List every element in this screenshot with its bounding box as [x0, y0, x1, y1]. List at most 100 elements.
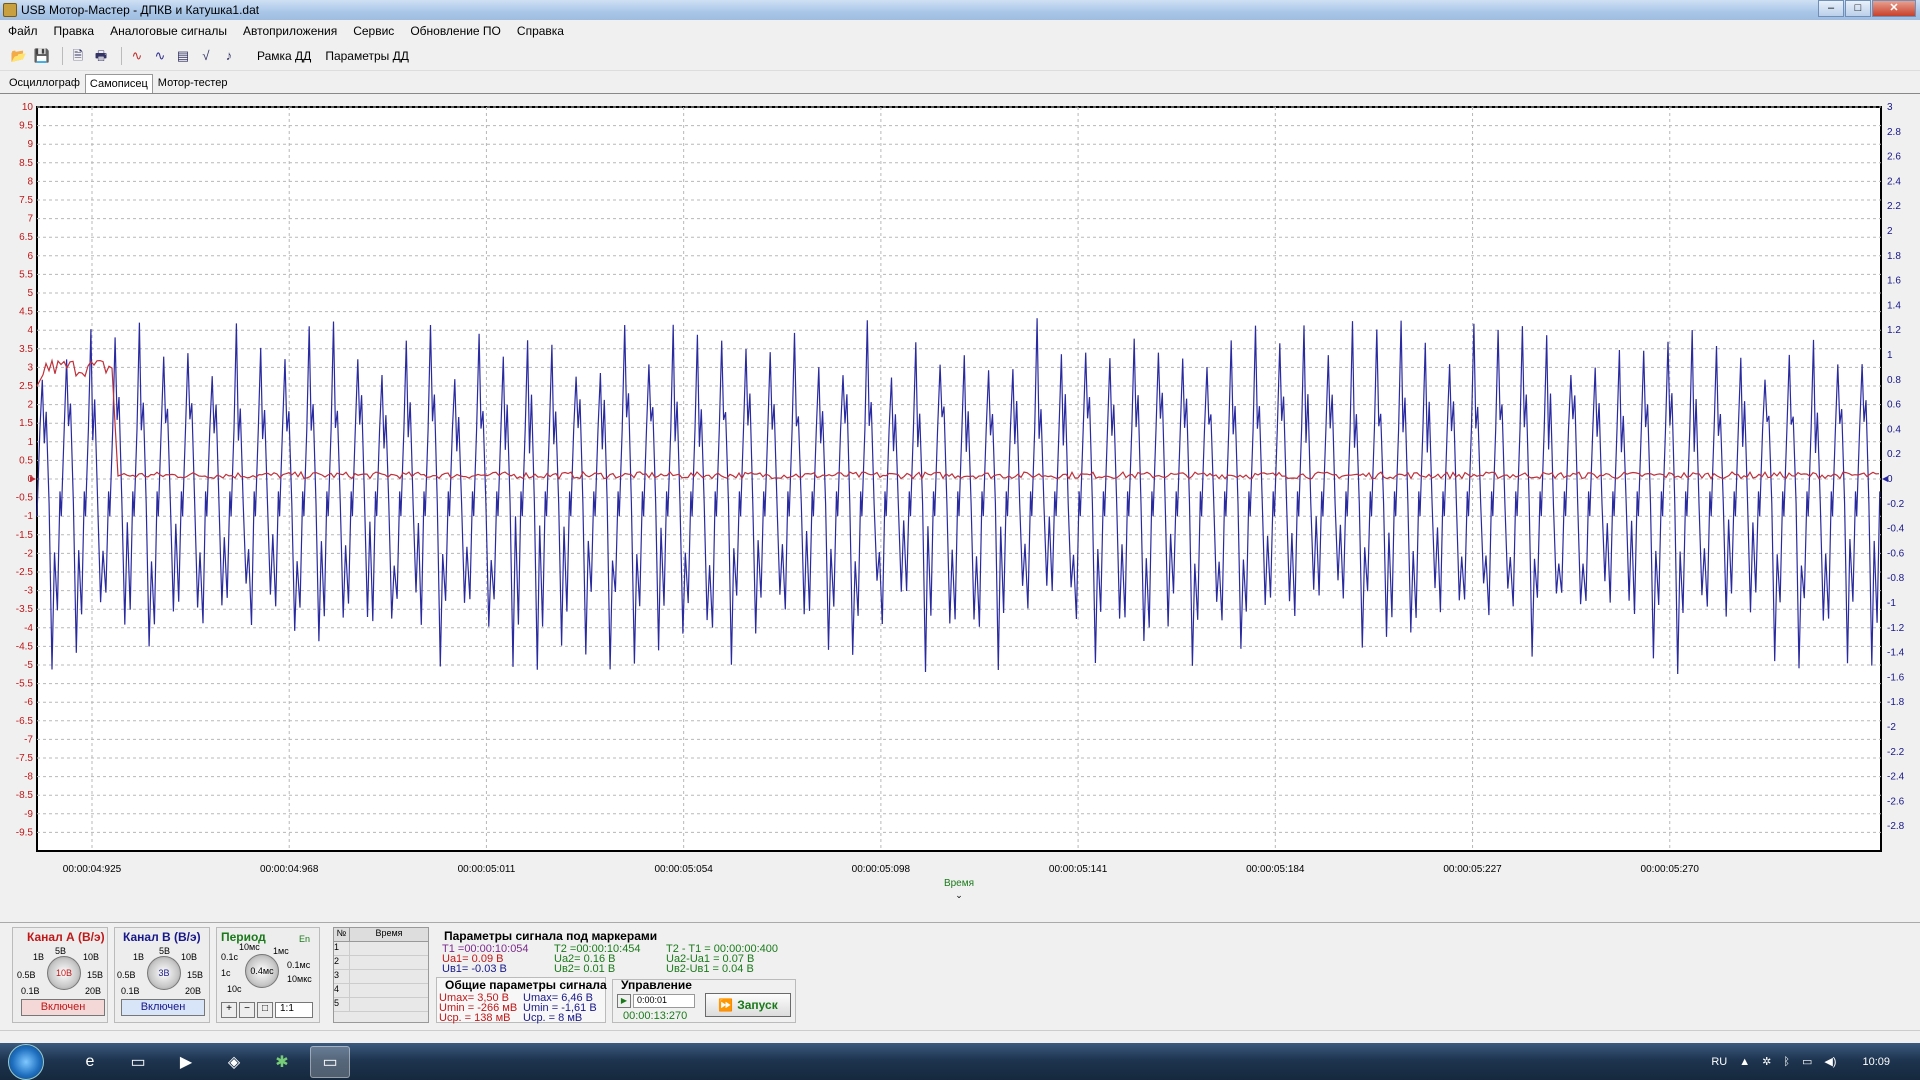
language-indicator[interactable]: RU [1711, 1056, 1727, 1068]
motor-master-task-icon[interactable]: ▭ [310, 1045, 350, 1078]
left-tick-label: 7 [27, 214, 33, 225]
left-tick-label: 3 [27, 362, 33, 373]
media-player-icon[interactable]: ▶ [166, 1046, 206, 1078]
explorer-icon[interactable]: ▭ [118, 1046, 158, 1078]
menu-analog-signals[interactable]: Аналоговые сигналы [102, 24, 235, 38]
zoom-select[interactable]: 1:1 [275, 1002, 313, 1018]
knob-label: 0.5В [17, 970, 36, 980]
maximize-button[interactable]: □ [1845, 0, 1871, 17]
right-tick-label: -0.6 [1887, 548, 1905, 559]
zoom-in-icon[interactable]: + [221, 1002, 237, 1018]
monitor-icon[interactable]: ▭ [1802, 1055, 1812, 1068]
sqrt-icon[interactable]: √ [197, 47, 215, 65]
params-button[interactable]: Параметры ДД [325, 49, 409, 63]
right-tick-label: -2 [1887, 722, 1896, 733]
knob-label: 0.1мс [287, 960, 311, 970]
right-tick-label: 2.8 [1887, 127, 1901, 138]
left-tick-label: -5 [24, 660, 33, 671]
marker-table[interactable]: № Время 1 2 3 4 5 [333, 927, 429, 1023]
knob-label: 10мкс [287, 974, 312, 984]
right-tick-label: 0.2 [1887, 449, 1901, 460]
table-row[interactable]: 2 [334, 956, 428, 970]
knob-label: 5В [55, 946, 67, 956]
fit-icon[interactable]: □ [257, 1002, 273, 1018]
channel-a-knob[interactable]: 10В [47, 956, 81, 990]
right-tick-label: -0.4 [1887, 524, 1905, 535]
table-row[interactable]: 5 [334, 998, 428, 1012]
table-row[interactable]: 4 [334, 984, 428, 998]
right-tick-label: -0.8 [1887, 573, 1905, 584]
app-icon-taskbar[interactable]: ◈ [214, 1046, 254, 1078]
right-tick-label: 1.2 [1887, 325, 1901, 336]
signal-chart[interactable]: 10 9.5 9 8.5 8 7.5 7 6.5 6 5.5 5 4.5 4 3.5 3 2.5 2 1.5 1 0.… [0, 96, 1920, 916]
menu-update[interactable]: Обновление ПО [402, 24, 509, 38]
window-title: USB Мотор-Мастер - ДПКВ и Катушка1.dat [21, 3, 260, 17]
left-tick-label: 8.5 [19, 158, 33, 169]
right-tick-label: 1 [1887, 350, 1893, 361]
audio-icon[interactable]: ♪ [220, 47, 238, 65]
channel-b-knob[interactable]: 3В [147, 956, 181, 990]
right-tick-label: -1.2 [1887, 623, 1905, 634]
tab-motor-tester[interactable]: Мотор-тестер [153, 73, 233, 93]
signal-a-icon[interactable]: ∿ [128, 47, 146, 65]
left-tick-label: 3.5 [19, 344, 33, 355]
left-tick-label: 4 [27, 325, 33, 336]
utility-icon[interactable]: ✱ [262, 1046, 302, 1078]
start-button[interactable]: ⏩ Запуск [705, 993, 791, 1017]
zoom-out-icon[interactable]: − [239, 1002, 255, 1018]
network-icon[interactable]: ✲ [1762, 1055, 1771, 1068]
ie-icon[interactable]: e [70, 1046, 110, 1078]
close-button[interactable]: ✕ [1872, 0, 1916, 17]
right-tick-label: -2.2 [1887, 747, 1905, 758]
menu-service[interactable]: Сервис [345, 24, 402, 38]
left-tick-label: 6.5 [19, 232, 33, 243]
period-panel: Период En 10мс 1мс 0.1мс 10мкс 0.1с 1с 1… [216, 927, 320, 1023]
right-tick-label: 2.6 [1887, 152, 1901, 163]
save-icon[interactable]: 💾 [33, 47, 51, 65]
signal-b-icon[interactable]: ∿ [151, 47, 169, 65]
period-knob[interactable]: 0.4мс [245, 954, 279, 988]
knob-label: 1с [221, 968, 231, 978]
left-tick-label: 9.5 [19, 121, 33, 132]
left-tick-label: 5.5 [19, 269, 33, 280]
tray-arrow-icon[interactable]: ▲ [1739, 1056, 1750, 1068]
left-tick-label: -7.5 [16, 753, 34, 764]
table-row[interactable]: 1 [334, 942, 428, 956]
volume-icon[interactable]: ◀) [1824, 1055, 1836, 1068]
left-tick-label: 1.5 [19, 418, 33, 429]
table-row[interactable]: 3 [334, 970, 428, 984]
left-tick-label: 2 [27, 400, 33, 411]
knob-label: 1мс [273, 946, 289, 956]
open-icon[interactable]: 📂 [10, 47, 28, 65]
ub1-value: Uв1= -0.03 В [442, 963, 507, 975]
left-tick-label: -8.5 [16, 790, 34, 801]
left-tick-label: 8 [27, 176, 33, 187]
left-tick-label: 7.5 [19, 195, 33, 206]
channel-a-enable-button[interactable]: Включен [21, 999, 105, 1016]
minimize-button[interactable]: – [1818, 0, 1844, 17]
menu-edit[interactable]: Правка [46, 24, 103, 38]
play-icon[interactable]: ▶ [617, 994, 631, 1008]
start-menu-icon[interactable] [8, 1043, 44, 1080]
tab-recorder[interactable]: Самописец [84, 74, 153, 93]
clock[interactable]: 10:09 [1862, 1056, 1890, 1068]
left-tick-label: 1 [27, 437, 33, 448]
bluetooth-icon[interactable]: ᛒ [1783, 1056, 1790, 1068]
channel-b-enable-button[interactable]: Включен [121, 999, 205, 1016]
right-tick-label: 3 [1887, 102, 1893, 113]
tab-oscilloscope[interactable]: Осциллограф [4, 73, 85, 93]
start-icon: ⏩ [718, 998, 734, 1012]
right-tick-label: -0.2 [1887, 499, 1905, 510]
time-input[interactable]: 0:00:01 [633, 994, 695, 1008]
menu-help[interactable]: Справка [509, 24, 572, 38]
left-tick-label: -8 [24, 772, 33, 783]
frame-button[interactable]: Рамка ДД [257, 49, 311, 63]
channel-b-zero-marker [1882, 476, 1888, 482]
period-knob-value: 0.4мс [250, 966, 274, 976]
menu-auto-apps[interactable]: Автоприложения [235, 24, 345, 38]
print-icon[interactable]: 🖶 [92, 47, 110, 65]
table-icon[interactable]: ▤ [174, 47, 192, 65]
collapse-icon: ⌄ [955, 890, 963, 900]
menu-file[interactable]: Файл [0, 24, 46, 38]
preview-icon[interactable]: 🗎 [69, 47, 87, 65]
